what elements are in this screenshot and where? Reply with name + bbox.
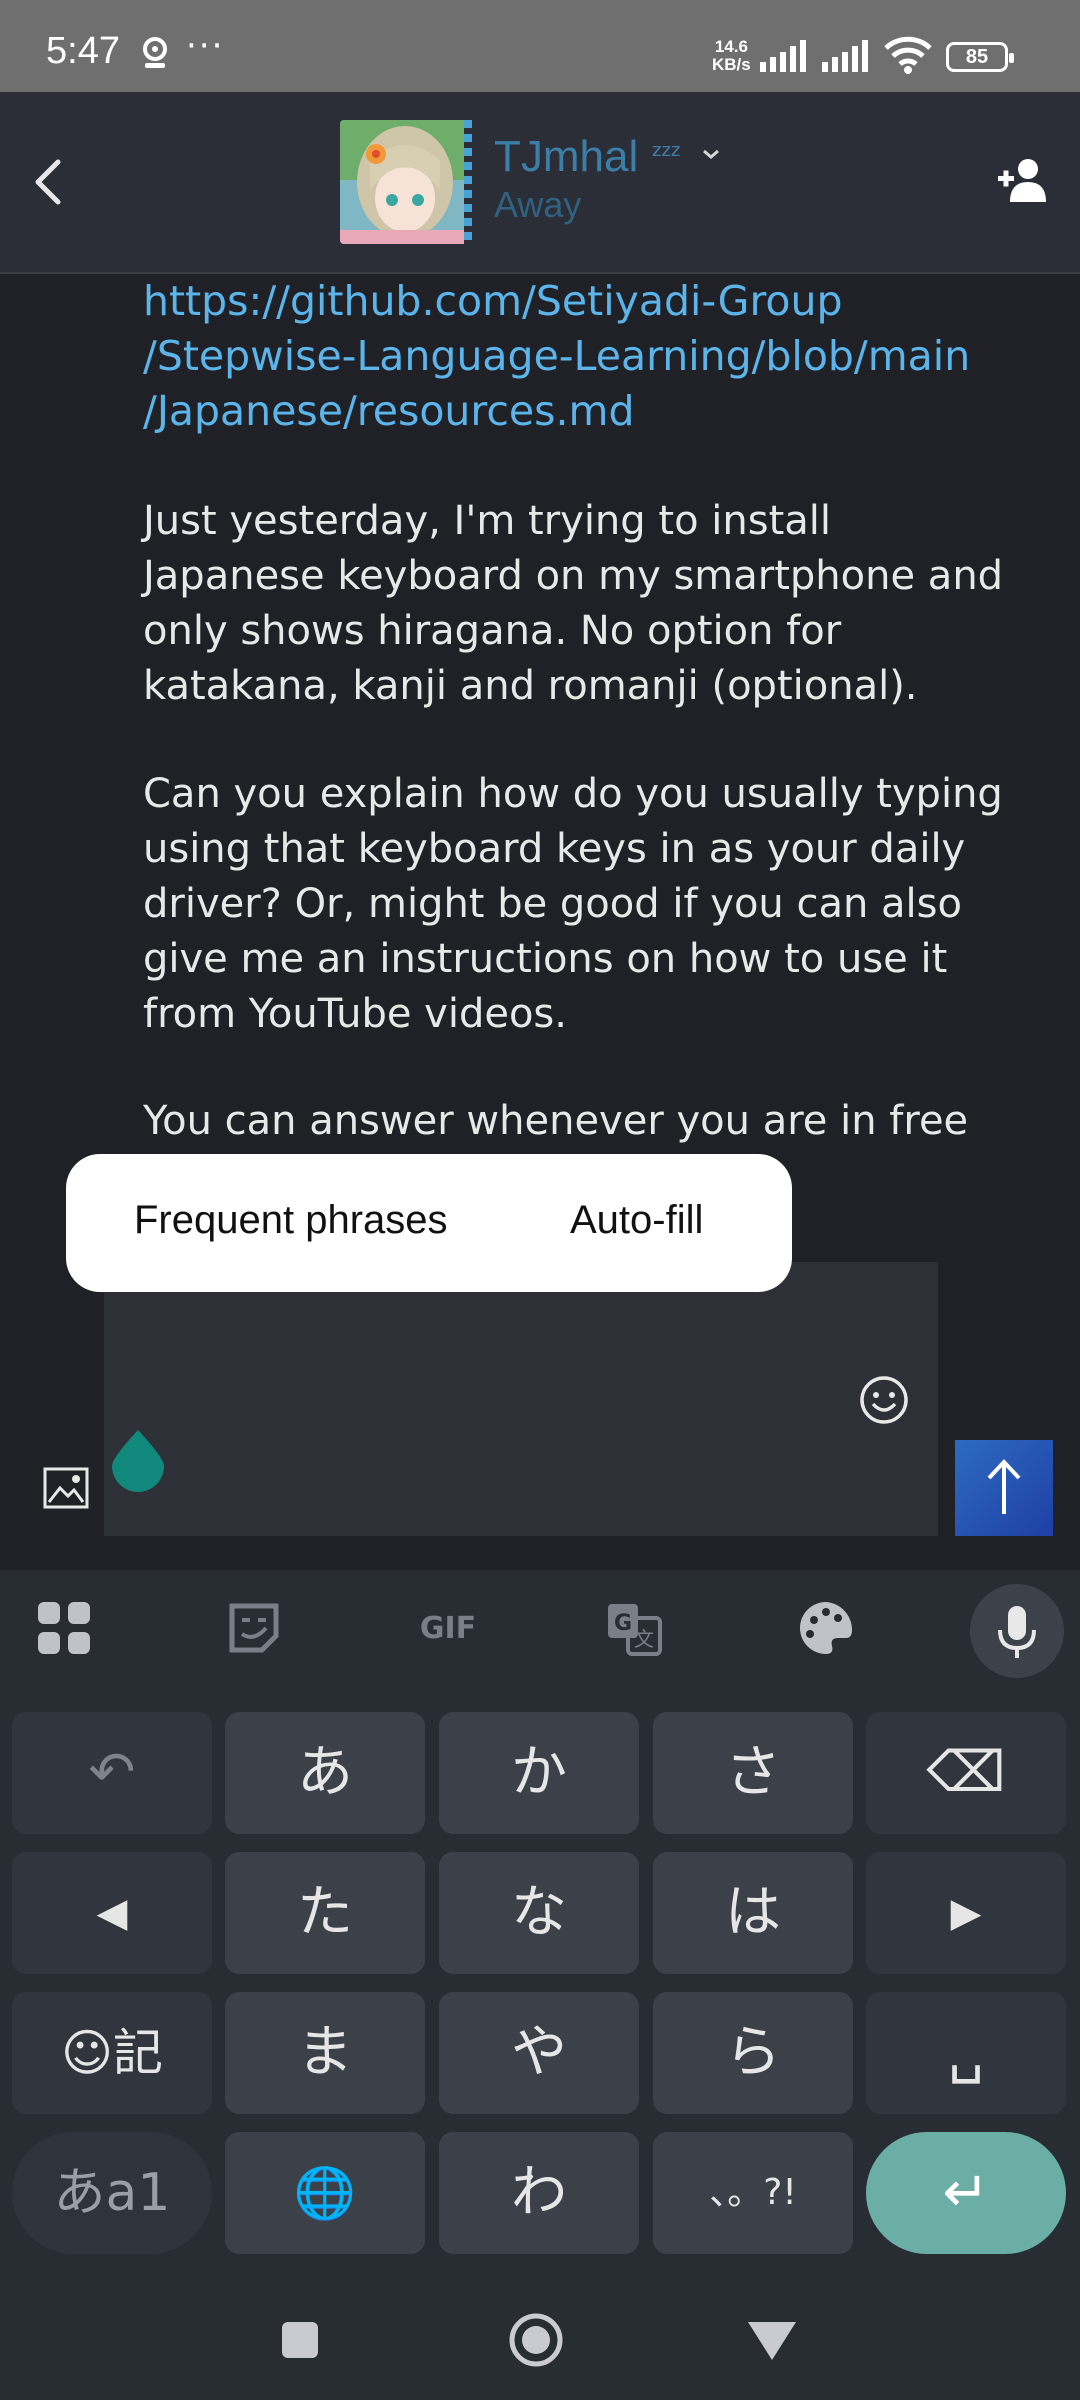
status-time: 5:47	[46, 30, 120, 72]
frequent-phrases-button[interactable]: Frequent phrases	[134, 1198, 448, 1243]
send-button[interactable]	[955, 1440, 1053, 1536]
mic-button[interactable]	[970, 1584, 1064, 1678]
sticker-icon[interactable]	[224, 1598, 284, 1658]
network-speed: 14.6 KB/s	[712, 38, 751, 74]
network-speed-unit: KB/s	[712, 55, 751, 74]
key-ra[interactable]: ら	[653, 1992, 853, 2114]
add-user-icon[interactable]	[996, 154, 1048, 206]
key-ta[interactable]: た	[225, 1852, 425, 1974]
palette-icon[interactable]	[796, 1598, 856, 1658]
image-icon[interactable]	[42, 1464, 90, 1512]
back-nav-icon[interactable]	[742, 2310, 802, 2370]
battery-indicator: 85	[946, 42, 1014, 72]
clipboard-popup: Frequent phrases Auto-fill	[66, 1154, 792, 1292]
globe-key[interactable]: 🌐	[225, 2132, 425, 2254]
undo-key[interactable]: ↶	[12, 1712, 212, 1834]
input-mode-key[interactable]: あa1	[12, 2132, 212, 2254]
keyboard: GIF G 文 ↶ あ か さ ⌫ ◀ た な は ▶ ☺記 ま や ら ␣ あ…	[0, 1570, 1080, 2270]
key-wa[interactable]: わ	[439, 2132, 639, 2254]
key-ka[interactable]: か	[439, 1712, 639, 1834]
message-input[interactable]	[104, 1262, 938, 1536]
message-paragraph: You can answer whenever you are in free	[143, 1098, 969, 1144]
network-speed-value: 14.6	[714, 37, 748, 56]
translate-icon[interactable]: G 文	[604, 1598, 664, 1658]
back-button[interactable]	[24, 152, 74, 212]
contact-name[interactable]: TJmhal	[494, 132, 638, 182]
mic-icon	[998, 1606, 1036, 1658]
svg-text:文: 文	[634, 1627, 654, 1651]
chat-header: TJmhal zzz Away	[0, 92, 1080, 274]
key-ha[interactable]: は	[653, 1852, 853, 1974]
message-paragraph: Can you explain how do you usually typin…	[143, 771, 1003, 1037]
key-a[interactable]: あ	[225, 1712, 425, 1834]
backspace-key[interactable]: ⌫	[866, 1712, 1066, 1834]
smiley-icon[interactable]	[858, 1374, 910, 1426]
gif-label: GIF	[420, 1611, 476, 1646]
gif-icon[interactable]: GIF	[410, 1598, 486, 1658]
arrow-up-icon	[987, 1459, 1021, 1514]
system-nav-bar	[0, 2270, 1080, 2400]
svg-text:G: G	[614, 1611, 632, 1636]
cursor-left-key[interactable]: ◀	[12, 1852, 212, 1974]
avatar-stripe	[464, 120, 472, 244]
auto-fill-button[interactable]: Auto-fill	[570, 1198, 703, 1243]
signal-icon	[760, 40, 806, 72]
emoji-symbol-key[interactable]: ☺記	[12, 1992, 212, 2114]
key-ma[interactable]: ま	[225, 1992, 425, 2114]
message-link-line[interactable]: https://github.com/Setiyadi-Group	[143, 274, 1023, 329]
recents-icon[interactable]	[270, 2310, 330, 2370]
enter-key[interactable]: ↵	[866, 2132, 1066, 2254]
message-link[interactable]: https://github.com/Setiyadi-Group /Stepw…	[143, 274, 1023, 439]
away-zzz-icon: zzz	[652, 140, 681, 161]
space-key[interactable]: ␣	[866, 1992, 1066, 2114]
wifi-icon	[884, 36, 932, 74]
cursor-right-key[interactable]: ▶	[866, 1852, 1066, 1974]
key-na[interactable]: な	[439, 1852, 639, 1974]
more-notifications-icon: ···	[186, 26, 225, 66]
message-paragraph: Just yesterday, I'm trying to install Ja…	[143, 498, 1004, 709]
status-bar: 5:47 ··· 14.6 KB/s 85	[0, 0, 1080, 92]
camera-notification-icon	[143, 37, 167, 68]
message-link-line[interactable]: /Stepwise-Language-Learning/blob/main	[143, 329, 1023, 384]
key-sa[interactable]: さ	[653, 1712, 853, 1834]
signal-icon	[822, 40, 868, 72]
home-icon[interactable]	[506, 2310, 566, 2370]
chevron-down-icon[interactable]	[700, 144, 722, 164]
apps-grid-icon[interactable]	[34, 1598, 94, 1658]
text-cursor-handle[interactable]	[110, 1428, 166, 1492]
message-link-line[interactable]: /Japanese/resources.md	[143, 384, 1023, 439]
punctuation-key[interactable]: 、。?!	[653, 2132, 853, 2254]
contact-status: Away	[494, 184, 582, 225]
key-ya[interactable]: や	[439, 1992, 639, 2114]
avatar[interactable]	[340, 120, 470, 244]
